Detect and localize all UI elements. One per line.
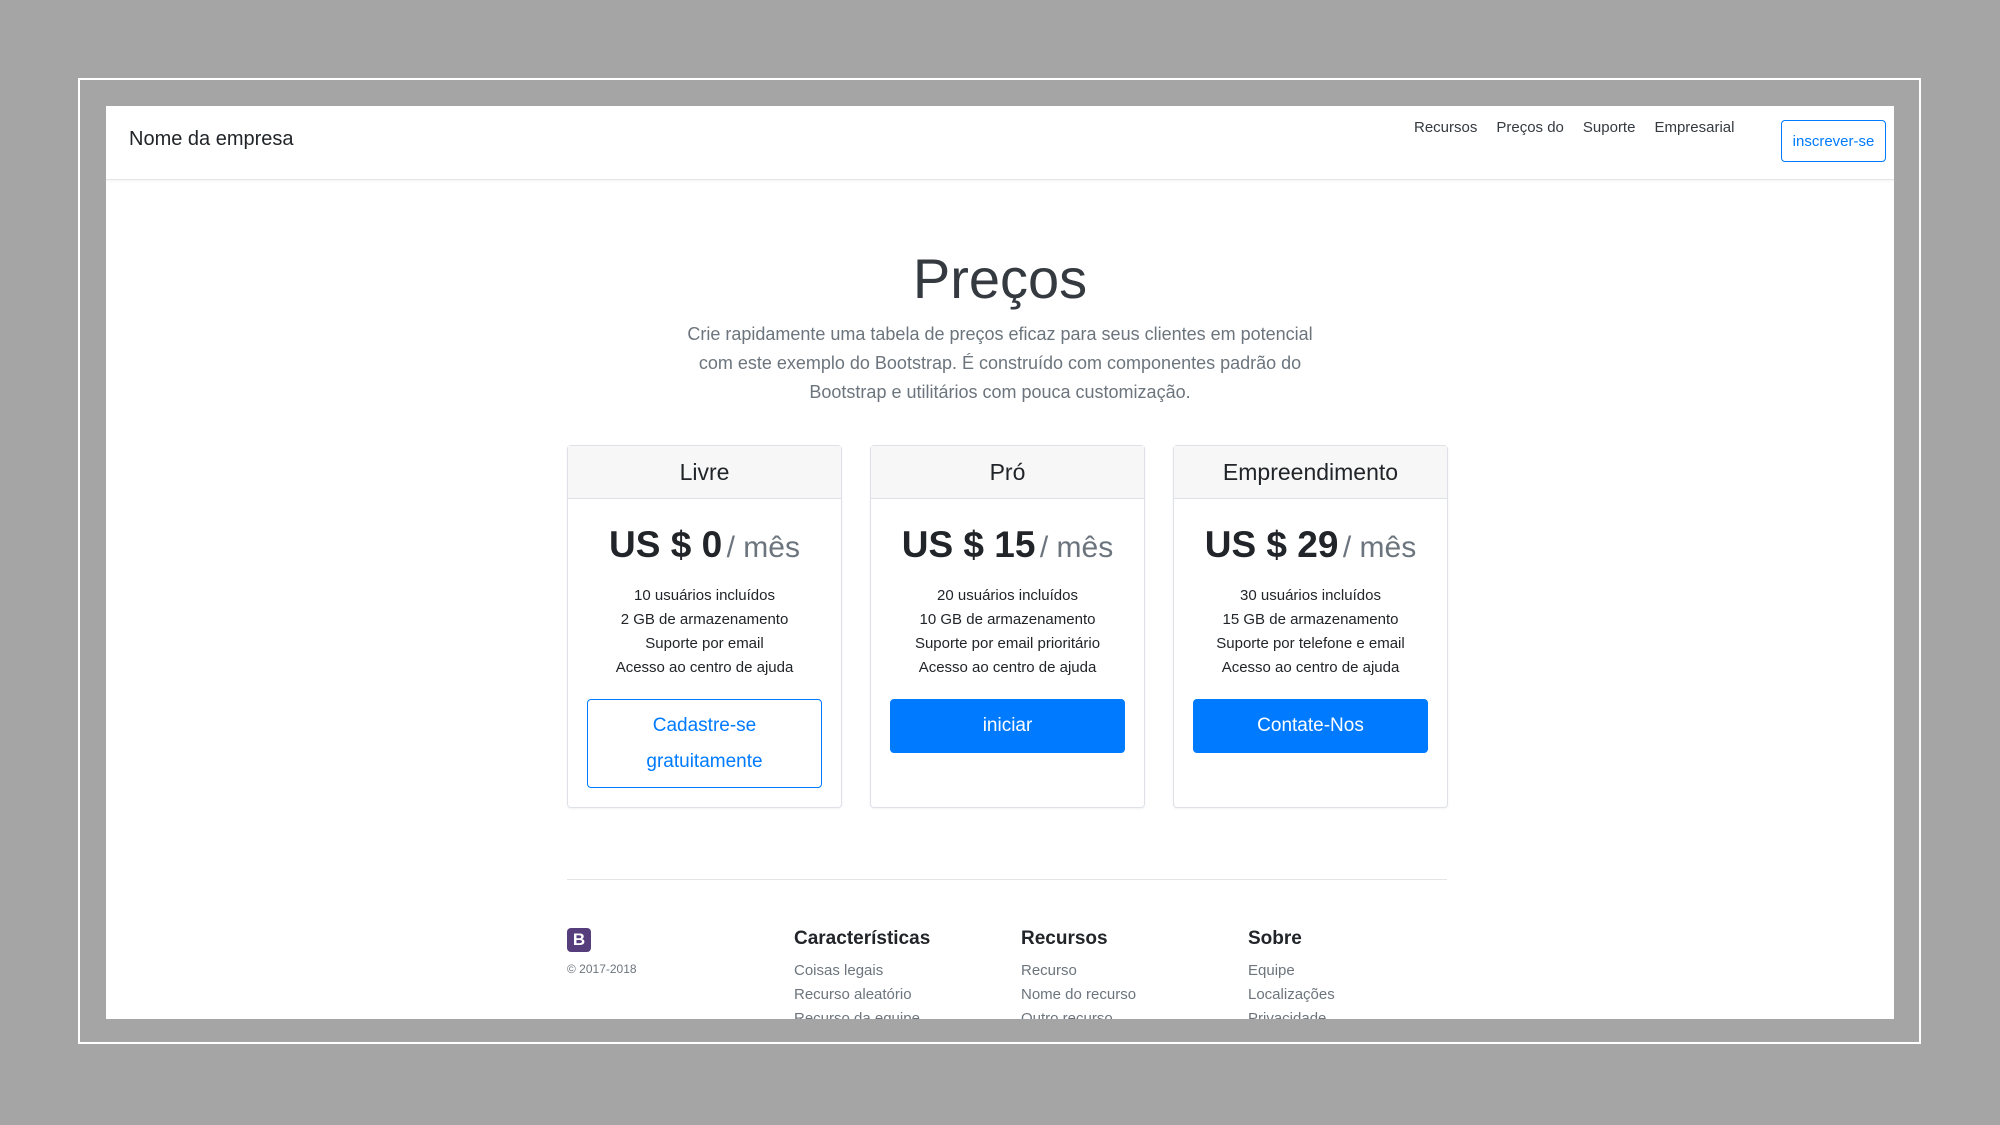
pricing-card-livre: Livre US $ 0 / mês 10 usuários incluídos… xyxy=(567,445,842,808)
card-header: Livre xyxy=(568,446,841,499)
footer-link[interactable]: Localizações xyxy=(1248,983,1335,1007)
feature-item: Acesso ao centro de ajuda xyxy=(1221,659,1400,676)
feature-item: 20 usuários incluídos xyxy=(937,587,1078,604)
pricing-card-pro: Pró US $ 15 / mês 20 usuários incluídos … xyxy=(870,445,1145,808)
footer-link[interactable]: Outro recurso xyxy=(1021,1007,1136,1019)
footer-link-list: Coisas legais Recurso aleatório Recurso … xyxy=(794,959,930,1019)
signup-button[interactable]: inscrever-se xyxy=(1781,120,1886,162)
feature-item: Acesso ao centro de ajuda xyxy=(615,659,794,676)
feature-list: 10 usuários incluídos 2 GB de armazename… xyxy=(568,584,841,680)
get-started-button[interactable]: iniciar xyxy=(890,699,1125,753)
hero-lead-text: Crie rapidamente uma tabela de preços ef… xyxy=(687,324,1313,402)
footer-link[interactable]: Recurso xyxy=(1021,959,1136,983)
card-header: Empreendimento xyxy=(1174,446,1447,499)
feature-item: 30 usuários incluídos xyxy=(1240,587,1381,604)
feature-item: 10 usuários incluídos xyxy=(634,587,775,604)
feature-item: Suporte por email prioritário xyxy=(914,635,1101,652)
nav-links: Recursos Preços do Suporte Empresarial xyxy=(1414,119,1734,136)
price-period: / mês xyxy=(1039,531,1114,564)
feature-item: Suporte por telefone e email xyxy=(1216,635,1405,652)
bootstrap-logo-icon: B xyxy=(567,928,591,952)
feature-item: Suporte por email xyxy=(645,635,764,652)
price-period: / mês xyxy=(726,531,800,564)
footer-link[interactable]: Equipe xyxy=(1248,959,1335,983)
price-amount: US $ 0 xyxy=(609,524,723,565)
footer-link[interactable]: Recurso aleatório xyxy=(794,983,930,1007)
feature-item: Acesso ao centro de ajuda xyxy=(918,659,1097,676)
nav-link-precos[interactable]: Preços do xyxy=(1496,119,1564,136)
footer-divider xyxy=(567,879,1447,880)
card-price: US $ 15 / mês xyxy=(871,524,1144,566)
nav-link-empresarial[interactable]: Empresarial xyxy=(1654,119,1734,136)
nav-link-suporte[interactable]: Suporte xyxy=(1583,119,1636,136)
feature-item: 15 GB de armazenamento xyxy=(1222,611,1399,628)
price-period: / mês xyxy=(1342,531,1417,564)
footer-column-sobre: Sobre Equipe Localizações Privacidade xyxy=(1248,928,1335,1019)
footer-link[interactable]: Nome do recurso xyxy=(1021,983,1136,1007)
feature-item: 10 GB de armazenamento xyxy=(919,611,1096,628)
signup-free-button[interactable]: Cadastre-se gratuitamente xyxy=(587,699,822,788)
footer-column-caracteristicas: Características Coisas legais Recurso al… xyxy=(794,928,930,1019)
nav-link-recursos[interactable]: Recursos xyxy=(1414,119,1477,136)
footer-link[interactable]: Privacidade xyxy=(1248,1007,1335,1019)
brand-name[interactable]: Nome da empresa xyxy=(129,128,294,151)
footer-column-title: Sobre xyxy=(1248,928,1302,949)
contact-us-button[interactable]: Contate-Nos xyxy=(1193,699,1428,753)
card-header: Pró xyxy=(871,446,1144,499)
price-amount: US $ 29 xyxy=(1204,524,1339,565)
page-title: Preços xyxy=(912,247,1088,310)
footer-link-list: Equipe Localizações Privacidade xyxy=(1248,959,1335,1019)
footer-copyright: © 2017-2018 xyxy=(567,962,637,976)
pricing-card-empreendimento: Empreendimento US $ 29 / mês 30 usuários… xyxy=(1173,445,1448,808)
card-price: US $ 29 / mês xyxy=(1174,524,1447,566)
feature-list: 30 usuários incluídos 15 GB de armazenam… xyxy=(1174,584,1447,680)
browser-viewport: Nome da empresa Recursos Preços do Supor… xyxy=(106,106,1894,1019)
navbar: Nome da empresa Recursos Preços do Supor… xyxy=(106,106,1894,180)
footer-link-list: Recurso Nome do recurso Outro recurso xyxy=(1021,959,1136,1019)
footer-link[interactable]: Recurso da equipe xyxy=(794,1007,930,1019)
feature-item: 2 GB de armazenamento xyxy=(620,611,789,628)
footer-column-title: Características xyxy=(794,928,931,949)
price-amount: US $ 15 xyxy=(901,524,1036,565)
footer-link[interactable]: Coisas legais xyxy=(794,959,930,983)
footer-column-title: Recursos xyxy=(1021,928,1108,949)
card-price: US $ 0 / mês xyxy=(568,524,841,566)
feature-list: 20 usuários incluídos 10 GB de armazenam… xyxy=(871,584,1144,680)
footer-column-recursos: Recursos Recurso Nome do recurso Outro r… xyxy=(1021,928,1136,1019)
